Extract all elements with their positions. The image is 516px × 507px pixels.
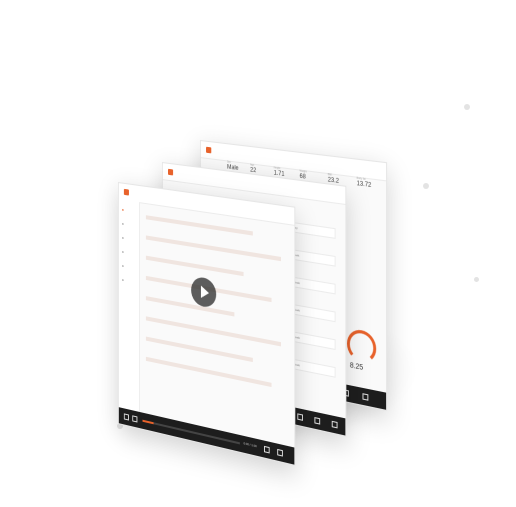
- brand-logo-icon: [168, 169, 173, 176]
- stat-value: 13.72: [357, 181, 372, 189]
- sidebar-item[interactable]: ■: [122, 250, 124, 254]
- fullscreen-icon[interactable]: [332, 421, 338, 429]
- settings-icon[interactable]: [297, 413, 303, 421]
- settings-icon[interactable]: [264, 446, 270, 454]
- stat-label: Age: [250, 163, 254, 167]
- sidebar-item[interactable]: ■: [122, 278, 124, 282]
- screens-stack: Sex Male Age 22 Height 1.71 Weight 68 BM…: [0, 0, 516, 507]
- message-line: [146, 337, 253, 363]
- sidebar-item[interactable]: ■: [122, 264, 124, 268]
- message-line: [146, 256, 244, 277]
- gauge-value: 8.25: [350, 362, 363, 372]
- fullscreen-icon[interactable]: [277, 449, 283, 457]
- play-button[interactable]: [191, 276, 216, 309]
- volume-icon[interactable]: [132, 415, 137, 422]
- sidebar-item[interactable]: ■: [122, 222, 124, 226]
- pip-icon[interactable]: [314, 417, 320, 425]
- sidebar-item[interactable]: ■: [122, 236, 124, 240]
- brand-logo-icon: [124, 189, 129, 196]
- message-line: [146, 235, 281, 261]
- play-icon[interactable]: [124, 413, 129, 420]
- message-line: [146, 215, 253, 235]
- progress-fill: [142, 420, 153, 425]
- brand-logo-icon: [206, 147, 211, 154]
- fullscreen-icon[interactable]: [362, 393, 368, 401]
- video-window: ■ ■ ■ ■ ■ ■ 0:00 / 1:00: [118, 182, 295, 466]
- time-display: 0:00 / 1:00: [244, 441, 257, 448]
- message-line: [146, 296, 234, 316]
- sidebar: ■ ■ ■ ■ ■ ■: [119, 199, 140, 412]
- stat-label: BMI: [328, 173, 332, 177]
- video-controls: 0:00 / 1:00: [119, 407, 295, 464]
- progress-track[interactable]: [142, 420, 239, 445]
- stat-label: Sex: [227, 160, 231, 164]
- sidebar-item[interactable]: ■: [122, 208, 124, 212]
- progress-gauge: [347, 328, 376, 365]
